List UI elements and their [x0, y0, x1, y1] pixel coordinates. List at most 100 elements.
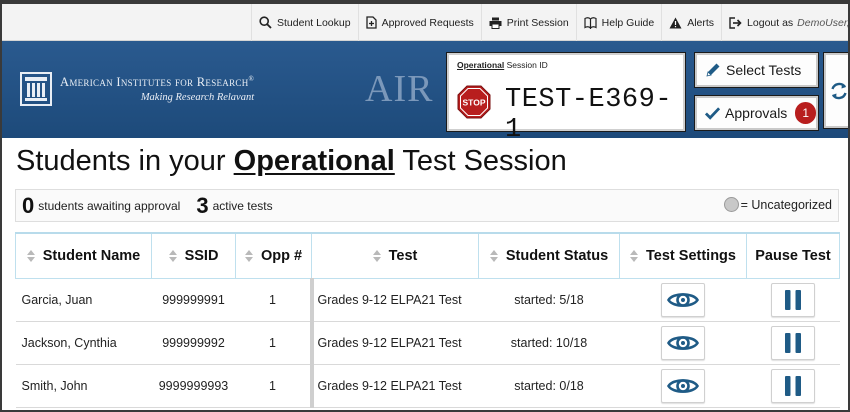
table-header-row: Student Name SSID Opp # Test Student Sta…	[15, 232, 840, 279]
search-icon	[259, 16, 272, 29]
pencil-icon	[706, 63, 720, 77]
pause-icon	[785, 375, 801, 396]
refresh-icon	[831, 82, 847, 99]
pause-icon	[785, 289, 801, 310]
pause-icon	[785, 332, 801, 353]
approved-requests-label: Approved Requests	[381, 16, 474, 29]
pause-test-button[interactable]	[771, 325, 815, 360]
opportunity-number: 1	[235, 278, 312, 322]
column-header-student-name[interactable]: Student Name	[15, 232, 152, 279]
print-session-link[interactable]: Print Session	[480, 4, 576, 41]
session-id: TEST-E369-1	[505, 85, 673, 145]
approved-requests-link[interactable]: Approved Requests	[357, 4, 481, 41]
warning-icon	[669, 17, 682, 28]
logout-icon	[729, 16, 742, 29]
student-status: started: 5/18	[478, 278, 620, 322]
student-ssid: 999999991	[151, 278, 236, 322]
alerts-label: Alerts	[687, 16, 715, 29]
awaiting-approval-count: 0	[22, 192, 35, 218]
test-settings-cell	[619, 364, 747, 408]
column-header-test-settings[interactable]: Test Settings	[619, 232, 747, 279]
help-guide-link[interactable]: Help Guide	[575, 4, 662, 41]
pause-test-button[interactable]	[771, 282, 815, 317]
session-id-panel: Operational Session ID STOP TEST-E369-1	[447, 53, 685, 145]
org-tagline: Making Research Relavant	[140, 91, 255, 103]
refresh-button[interactable]	[824, 53, 848, 128]
test-name: Grades 9-12 ELPA21 Test	[309, 321, 479, 365]
student-lookup-label: Student Lookup	[277, 16, 351, 29]
logout-link[interactable]: Logout as DemoUser, TA1	[721, 4, 850, 41]
sort-icon	[372, 249, 381, 262]
org-name: American Institutes for Research®	[60, 75, 255, 90]
student-status: started: 0/18	[478, 364, 620, 408]
select-tests-label: Select Tests	[726, 62, 802, 78]
test-name: Grades 9-12 ELPA21 Test	[309, 364, 479, 408]
test-name: Grades 9-12 ELPA21 Test	[309, 278, 479, 322]
student-ssid: 999999992	[151, 321, 236, 365]
view-settings-button[interactable]	[661, 325, 705, 360]
sort-icon	[489, 249, 498, 262]
active-tests-label: active tests	[212, 198, 273, 213]
view-settings-button[interactable]	[661, 282, 705, 317]
uncategorized-dot-icon	[723, 197, 739, 212]
legend-label: = Uncategorized	[740, 197, 832, 212]
test-settings-cell	[619, 321, 747, 365]
pause-test-cell	[746, 364, 840, 408]
eye-icon	[667, 335, 699, 350]
pause-test-cell	[746, 321, 840, 365]
column-header-pause-test: Pause Test	[746, 232, 840, 279]
student-name: Jackson, Cynthia	[15, 321, 152, 365]
approvals-button[interactable]: Approvals 1	[695, 96, 818, 130]
student-name: Smith, John	[15, 364, 152, 408]
page-title: Students in your Operational Test Sessio…	[16, 145, 567, 177]
sort-icon	[26, 249, 35, 262]
session-status-bar: 0 students awaiting approval 3 active te…	[15, 189, 839, 222]
view-settings-button[interactable]	[661, 368, 705, 403]
awaiting-approval-label: students awaiting approval	[38, 198, 181, 213]
student-ssid: 9999999993	[151, 364, 236, 408]
eye-icon	[667, 292, 699, 307]
opportunity-number: 1	[235, 321, 312, 365]
checkmark-icon	[705, 107, 721, 120]
print-session-label: Print Session	[506, 16, 569, 29]
air-wordmark: AIR	[365, 68, 434, 110]
sort-icon	[168, 249, 177, 262]
document-icon	[365, 16, 377, 29]
sort-icon	[630, 249, 639, 262]
printer-icon	[489, 17, 502, 29]
student-status: started: 10/18	[478, 321, 620, 365]
book-icon	[584, 16, 597, 29]
table-row: Garcia, Juan 999999991 1 Grades 9-12 ELP…	[15, 278, 840, 322]
student-name: Garcia, Juan	[15, 278, 152, 322]
header-banner: American Institutes for Research® Making…	[2, 41, 848, 145]
student-lookup-link[interactable]: Student Lookup	[251, 4, 358, 41]
current-user: DemoUser, TA1	[797, 16, 850, 29]
svg-text:STOP: STOP	[463, 98, 486, 108]
status-legend: = Uncategorized	[723, 197, 832, 212]
eye-icon	[667, 378, 699, 393]
approvals-count-badge: 1	[795, 102, 816, 124]
pause-test-button[interactable]	[771, 368, 815, 403]
logout-label: Logout as	[747, 16, 794, 29]
session-label: Operational Session ID	[457, 60, 548, 70]
test-settings-cell	[619, 278, 747, 322]
sort-icon	[244, 249, 253, 262]
table-row: Jackson, Cynthia 999999992 1 Grades 9-12…	[15, 321, 840, 365]
students-table: Student Name SSID Opp # Test Student Sta…	[15, 232, 840, 408]
help-guide-label: Help Guide	[601, 16, 655, 29]
app-window: Student Lookup Approved Requests Print S…	[0, 0, 850, 412]
utility-nav: Student Lookup Approved Requests Print S…	[2, 4, 848, 41]
column-header-opp[interactable]: Opp #	[235, 232, 312, 279]
alerts-link[interactable]: Alerts	[661, 4, 721, 41]
building-logo-icon	[20, 72, 52, 106]
column-header-student-status[interactable]: Student Status	[478, 232, 620, 279]
pause-test-cell	[746, 278, 840, 322]
table-row: Smith, John 9999999993 1 Grades 9-12 ELP…	[15, 364, 840, 408]
column-header-ssid[interactable]: SSID	[151, 232, 236, 279]
column-header-test[interactable]: Test	[311, 232, 479, 279]
air-logo: American Institutes for Research® Making…	[20, 72, 254, 106]
opportunity-number: 1	[235, 364, 312, 408]
stop-sign-icon[interactable]: STOP	[457, 85, 491, 119]
approvals-label: Approvals	[725, 105, 788, 121]
select-tests-button[interactable]: Select Tests	[695, 53, 818, 87]
